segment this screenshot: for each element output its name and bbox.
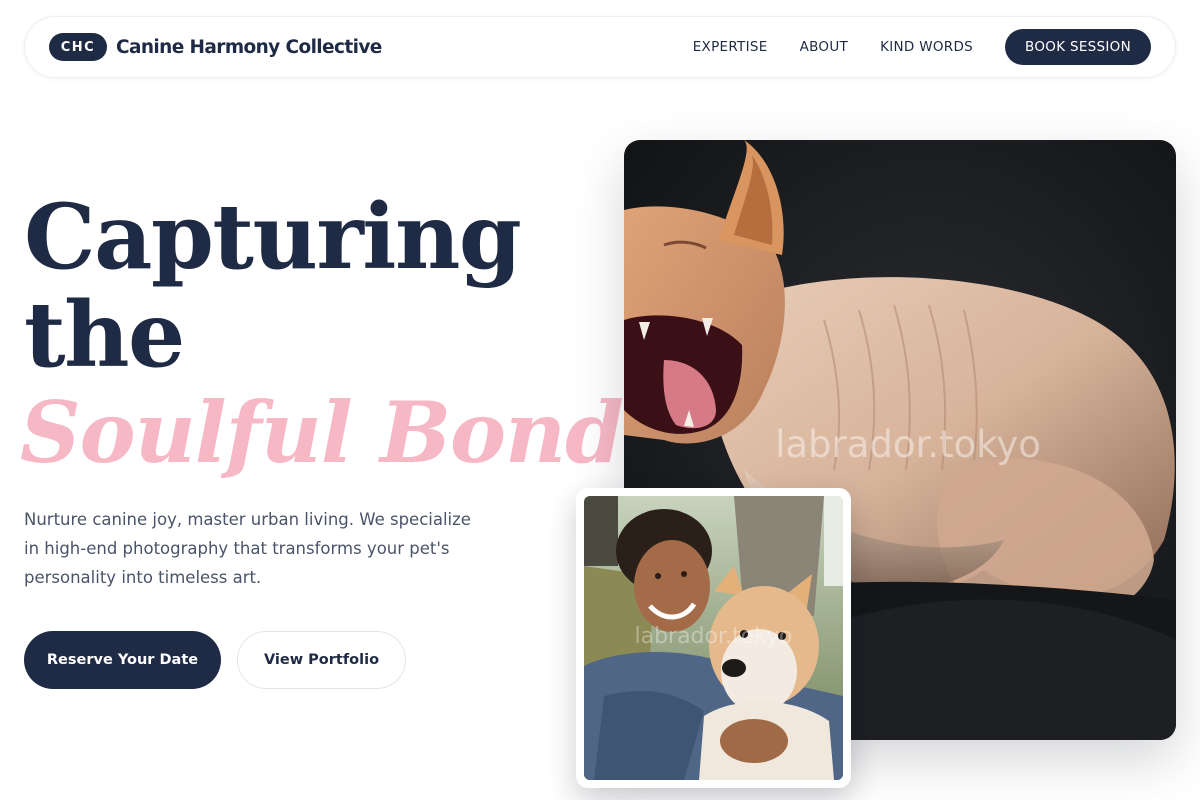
- nav-link-about[interactable]: ABOUT: [800, 39, 849, 55]
- main-nav: EXPERTISE ABOUT KIND WORDS BOOK SESSION: [693, 29, 1151, 65]
- inset-photo-person-dog: labrador.tokyo: [584, 496, 843, 780]
- landing-page: CHC Canine Harmony Collective EXPERTISE …: [0, 0, 1200, 800]
- brand[interactable]: CHC Canine Harmony Collective: [49, 33, 382, 61]
- inset-watermark: labrador.tokyo: [634, 624, 793, 649]
- hero-description: Nurture canine joy, master urban living.…: [24, 510, 471, 587]
- book-session-button[interactable]: BOOK SESSION: [1005, 29, 1151, 65]
- view-portfolio-button[interactable]: View Portfolio: [237, 631, 406, 689]
- headline-line-1: Capturing: [24, 184, 522, 290]
- headline-line-2: the: [24, 282, 185, 388]
- hero-headline: Capturing the Soulful Bond: [20, 184, 624, 482]
- photo-watermark: labrador.tokyo: [775, 423, 1041, 466]
- inset-photo-frame: labrador.tokyo: [576, 488, 851, 788]
- nav-link-expertise[interactable]: EXPERTISE: [693, 39, 768, 55]
- reserve-date-button[interactable]: Reserve Your Date: [24, 631, 221, 689]
- site-header: CHC Canine Harmony Collective EXPERTISE …: [24, 16, 1176, 78]
- nav-link-kind-words[interactable]: KIND WORDS: [880, 39, 973, 55]
- logo-badge: CHC: [49, 33, 107, 61]
- brand-name: Canine Harmony Collective: [116, 36, 382, 58]
- headline-accent: Soulful Bond: [20, 383, 624, 482]
